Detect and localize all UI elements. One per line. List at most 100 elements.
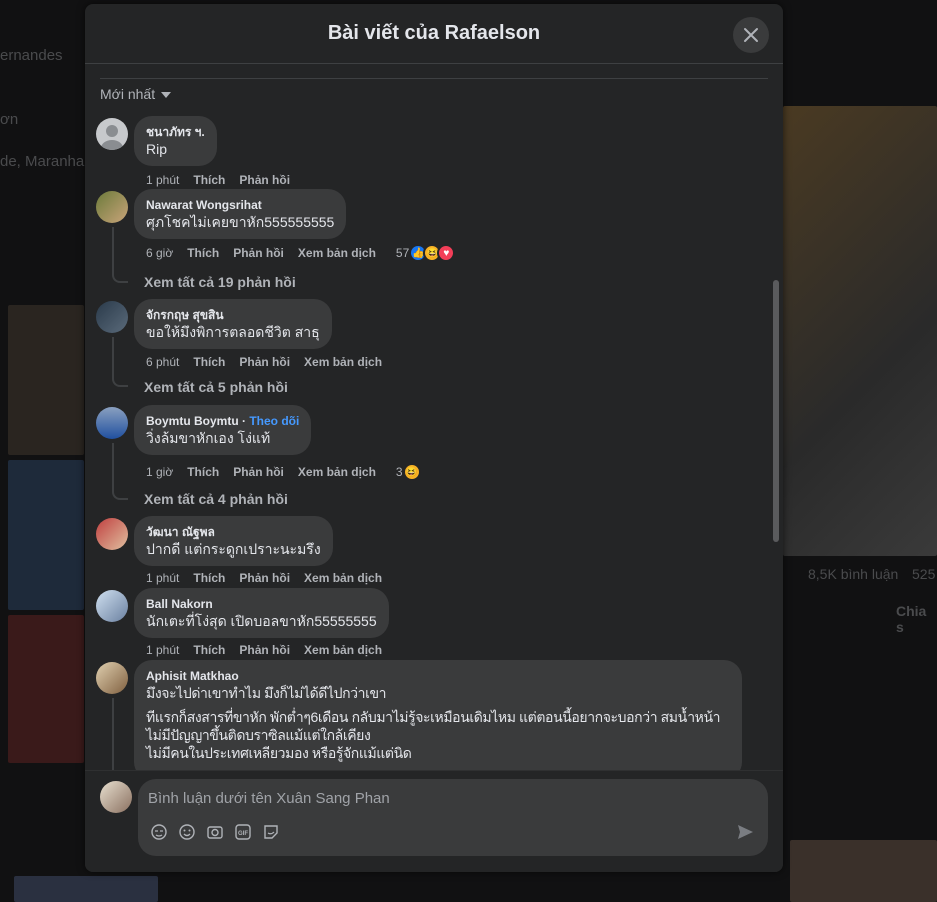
translate-button[interactable]: Xem bản dịch xyxy=(304,571,382,585)
comment-text: ทีแรกก็สงสารที่ขาหัก พักต่ำๆ6เดือน กลับม… xyxy=(146,709,721,725)
translate-button[interactable]: Xem bản dịch xyxy=(304,355,382,369)
like-button[interactable]: Thích xyxy=(187,465,219,479)
view-replies-link[interactable]: Xem tất cả 4 phản hồi xyxy=(144,491,288,507)
caret-down-icon xyxy=(161,92,172,98)
avatar[interactable] xyxy=(96,191,128,223)
comment-actions: 1 giờ Thích Phản hồi Xem bản dịch 3 😆 xyxy=(146,463,421,481)
bg-photo xyxy=(8,615,84,763)
avatar-sticker-icon[interactable] xyxy=(150,823,168,841)
comment-actions: 1 phút Thích Phản hồi Xem bản dịch xyxy=(146,643,382,657)
comment-actions: 6 phút Thích Phản hồi Xem bản dịch xyxy=(146,355,382,369)
translate-button[interactable]: Xem bản dịch xyxy=(298,246,376,260)
bg-photo xyxy=(790,840,937,902)
comment-author[interactable]: วัฒนา ณัฐพล xyxy=(146,524,321,540)
comment-text: นักเตะที่โง่สุด เปิดบอลขาหัก55555555 xyxy=(146,613,377,629)
bg-photo xyxy=(8,305,84,455)
comment-bubble: วัฒนา ณัฐพล ปากดี แต่กระดูกเปราะนะมรึง xyxy=(134,516,333,566)
bg-post-image xyxy=(783,106,937,556)
thread-line xyxy=(112,337,128,387)
haha-reaction-icon: 😆 xyxy=(402,463,421,481)
comment-time[interactable]: 1 phút xyxy=(146,643,179,657)
bg-comment-count: 8,5K bình luận xyxy=(808,566,899,582)
sticker-icon[interactable] xyxy=(262,823,280,841)
reply-button[interactable]: Phản hồi xyxy=(233,246,284,260)
avatar[interactable] xyxy=(96,407,128,439)
translate-button[interactable]: Xem bản dịch xyxy=(298,465,376,479)
like-button[interactable]: Thích xyxy=(187,246,219,260)
comment-text: วิ่งล้มขาหักเอง โง่แท้ xyxy=(146,430,271,446)
bg-text: ernandes xyxy=(0,47,63,64)
divider xyxy=(100,78,768,79)
comment-actions: 1 phút Thích Phản hồi xyxy=(146,173,290,187)
gif-icon[interactable]: GIF xyxy=(234,823,252,841)
thread-line xyxy=(112,227,128,283)
comment-time[interactable]: 6 phút xyxy=(146,355,179,369)
avatar[interactable] xyxy=(96,518,128,550)
close-button[interactable] xyxy=(733,17,769,53)
comment-author[interactable]: Ball Nakorn xyxy=(146,596,377,612)
comment-text: มึงจะไปด่าเขาทำไม มึงก็ไม่ได้ดีไปกว่าเขา xyxy=(146,685,387,701)
reply-button[interactable]: Phản hồi xyxy=(239,571,290,585)
comment-text: ปากดี แต่กระดูกเปราะนะมรึง xyxy=(146,541,321,557)
comment-text: ไม่มีปัญญาขึ้นติดบราซิลแม้แต่ใกล้เคียง xyxy=(146,727,371,743)
comment-composer: GIF xyxy=(85,770,783,872)
comment-time[interactable]: 1 phút xyxy=(146,173,179,187)
comment-actions: 6 giờ Thích Phản hồi Xem bản dịch 57 👍 😆… xyxy=(146,244,456,262)
bg-photo xyxy=(8,460,84,610)
like-button[interactable]: Thích xyxy=(193,355,225,369)
reactions[interactable]: 3 😆 xyxy=(396,463,421,481)
comment-author: Boymtu Boymtu · Theo dõi xyxy=(146,414,300,428)
comment-author[interactable]: จักรกฤษ สุขสิน xyxy=(146,307,320,323)
post-modal: Bài viết của Rafaelson Mới nhất ชนาภัทร … xyxy=(85,4,783,872)
reaction-count: 3 xyxy=(395,465,403,479)
comment-text: ไม่มีคนในประเทศเหลียวมอง หรือรู้จักแม้แต… xyxy=(146,745,412,761)
comment-bubble: Ball Nakorn นักเตะที่โง่สุด เปิดบอลขาหัก… xyxy=(134,588,389,638)
bg-photo xyxy=(14,876,158,902)
bg-text: de, Maranha xyxy=(0,153,85,170)
avatar[interactable] xyxy=(96,118,128,150)
follow-link[interactable]: Theo dõi xyxy=(249,414,299,428)
sort-dropdown[interactable]: Mới nhất xyxy=(100,86,172,102)
composer-tools: GIF xyxy=(150,823,280,841)
comment-author[interactable]: ชนาภัทร ฯ. xyxy=(146,124,205,140)
default-avatar-icon xyxy=(101,125,123,150)
comment-input[interactable] xyxy=(148,785,708,811)
sort-label: Mới nhất xyxy=(100,86,156,102)
thread-line xyxy=(112,698,128,778)
current-user-avatar[interactable] xyxy=(100,781,132,813)
comment-bubble: Aphisit Matkhao มึงจะไปด่าเขาทำไม มึงก็ไ… xyxy=(134,660,742,780)
bg-text: ơn xyxy=(0,111,19,128)
reply-button[interactable]: Phản hồi xyxy=(239,173,290,187)
like-button[interactable]: Thích xyxy=(193,173,225,187)
comment-time[interactable]: 6 giờ xyxy=(146,246,173,260)
translate-button[interactable]: Xem bản dịch xyxy=(304,643,382,657)
comment-author[interactable]: Nawarat Wongsrihat xyxy=(146,197,334,213)
modal-title: Bài viết của Rafaelson xyxy=(327,22,541,44)
scrollbar[interactable] xyxy=(773,280,779,542)
comment-bubble: Boymtu Boymtu · Theo dõi วิ่งล้มขาหักเอง… xyxy=(134,405,312,455)
avatar[interactable] xyxy=(96,590,128,622)
reply-button[interactable]: Phản hồi xyxy=(239,355,290,369)
like-button[interactable]: Thích xyxy=(193,571,225,585)
close-icon xyxy=(744,28,758,42)
view-replies-link[interactable]: Xem tất cả 5 phản hồi xyxy=(144,379,288,395)
view-replies-link[interactable]: Xem tất cả 19 phản hồi xyxy=(144,274,296,290)
send-icon xyxy=(738,825,753,839)
comment-text: ศุภโชคไม่เคยขาหัก555555555 xyxy=(146,214,335,230)
camera-icon[interactable] xyxy=(206,823,224,841)
comment-time[interactable]: 1 phút xyxy=(146,571,179,585)
avatar[interactable] xyxy=(96,301,128,333)
svg-text:GIF: GIF xyxy=(238,831,248,837)
reply-button[interactable]: Phản hồi xyxy=(239,643,290,657)
reactions[interactable]: 57 👍 😆 ♥ xyxy=(396,244,456,262)
comment-author-name[interactable]: Boymtu Boymtu xyxy=(146,414,239,428)
avatar[interactable] xyxy=(96,662,128,694)
reply-button[interactable]: Phản hồi xyxy=(233,465,284,479)
comment-author[interactable]: Aphisit Matkhao xyxy=(146,668,730,684)
modal-header: Bài viết của Rafaelson xyxy=(85,4,783,64)
send-button[interactable] xyxy=(736,823,754,846)
emoji-icon[interactable] xyxy=(178,823,196,841)
like-button[interactable]: Thích xyxy=(193,643,225,657)
comment-time[interactable]: 1 giờ xyxy=(146,465,173,479)
comment-bubble: ชนาภัทร ฯ. Rip xyxy=(134,116,217,166)
